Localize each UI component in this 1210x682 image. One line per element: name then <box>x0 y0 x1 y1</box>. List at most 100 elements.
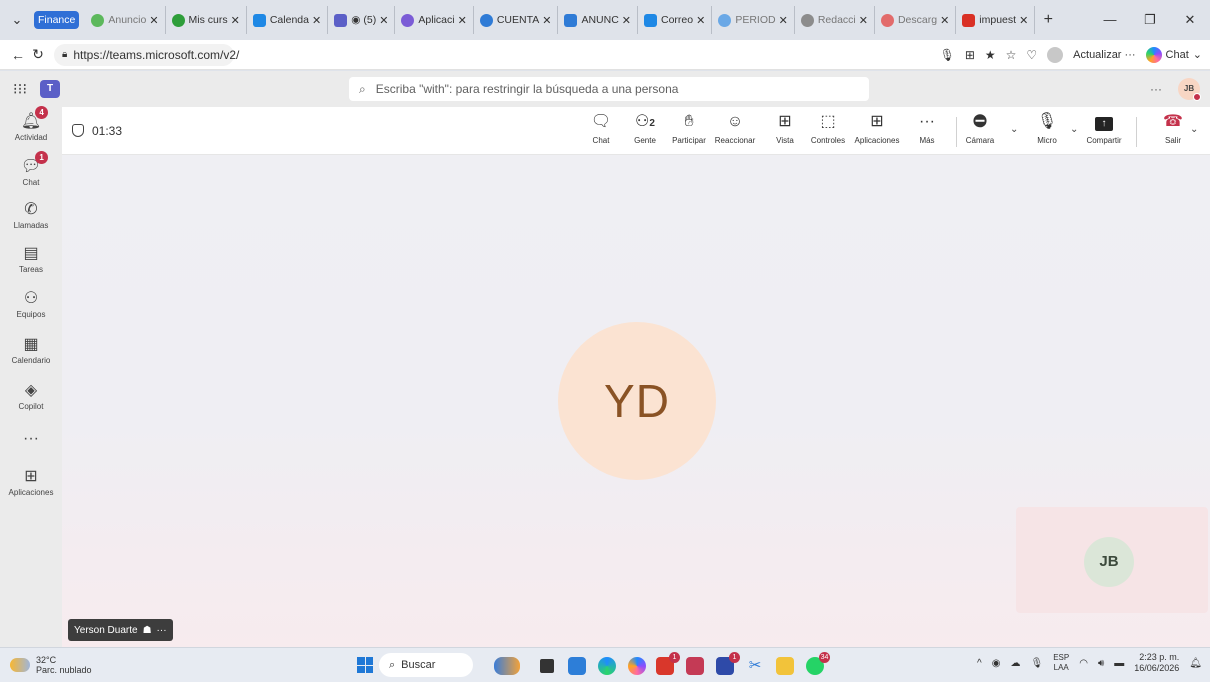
tab-redaccion[interactable]: Redacci ✕ <box>795 6 875 34</box>
people-button[interactable]: ⚇2 Gente <box>630 112 660 145</box>
tab-actions-chevron-icon[interactable]: ⌄ <box>0 12 34 28</box>
controls-button[interactable]: ⬚ Controles <box>807 112 849 145</box>
self-view-tile[interactable]: JB <box>1016 507 1208 613</box>
tab-teams-meeting[interactable]: ◉ (5) ✕ <box>328 6 396 34</box>
rail-item-chat[interactable]: 💬︎ 1 Chat <box>0 151 62 187</box>
url-field[interactable]: 🔒︎ https://teams.microsoft.com/v2/ <box>54 43 239 66</box>
outlook-icon[interactable] <box>568 657 586 675</box>
participant-name-tag[interactable]: Yerson Duarte ☗ ··· <box>68 619 173 641</box>
close-icon[interactable]: ✕ <box>779 14 788 27</box>
language-indicator[interactable]: ESP LAA <box>1053 653 1069 673</box>
leave-options-chevron-icon[interactable]: ⌄ <box>1190 124 1198 135</box>
rail-item-actividad[interactable]: 🔔︎ 4 Actividad <box>0 106 62 142</box>
camera-button[interactable]: ⛔︎ Cámara <box>962 112 998 145</box>
rail-item-llamadas[interactable]: ✆ Llamadas <box>0 200 62 230</box>
app-available-icon[interactable]: ⊞ <box>965 48 975 62</box>
mic-button[interactable]: 🎙︎ Micro <box>1032 112 1062 145</box>
rail-item-equipos[interactable]: ⚇ Equipos <box>0 289 62 319</box>
rail-item-aplicaciones[interactable]: ⊞ Aplicaciones <box>0 467 62 497</box>
rail-item-more[interactable]: ··· <box>0 429 62 449</box>
app-pocket-icon[interactable] <box>686 657 704 675</box>
close-icon[interactable]: ✕ <box>696 14 705 27</box>
store-icon[interactable]: 1 <box>716 652 740 675</box>
favorites-icon[interactable]: ☆ <box>1006 48 1017 62</box>
status-busy-icon <box>1193 93 1201 101</box>
view-button[interactable]: ⊞ Vista <box>770 112 800 145</box>
task-view-icon[interactable] <box>540 659 554 673</box>
restore-icon[interactable]: ❐ <box>1130 12 1170 28</box>
tab-correo[interactable]: Correo ✕ <box>638 6 713 34</box>
close-icon[interactable]: ✕ <box>622 14 631 27</box>
teams-tray-icon[interactable]: ◉ <box>992 658 1001 669</box>
share-button[interactable]: ↑ Compartir <box>1082 112 1126 145</box>
tab-anuncio-2[interactable]: ANUNC ✕ <box>558 6 638 34</box>
battery-icon[interactable]: ▬ <box>1114 658 1124 669</box>
raise-hand-button[interactable]: ✋︎ Participar <box>668 112 710 145</box>
mic-options-chevron-icon[interactable]: ⌄ <box>1070 124 1078 135</box>
rail-item-tareas[interactable]: ▤ Tareas <box>0 244 62 274</box>
weather-widget[interactable]: 32°C Parc. nublado <box>0 655 160 675</box>
apps-button[interactable]: ⊞ Aplicaciones <box>850 112 904 145</box>
whatsapp-icon[interactable]: 34 <box>806 652 830 675</box>
more-button[interactable]: ··· Más <box>914 112 940 145</box>
copilot-icon[interactable] <box>628 657 646 675</box>
onedrive-icon[interactable]: ☁ <box>1010 658 1020 669</box>
tab-calendario[interactable]: Calenda ✕ <box>247 6 329 34</box>
partly-cloudy-icon <box>10 658 30 672</box>
settings-more-icon[interactable]: ··· <box>1150 82 1162 96</box>
more-options-icon[interactable]: ··· <box>157 625 167 636</box>
close-icon[interactable]: ✕ <box>1019 14 1028 27</box>
rail-item-calendario[interactable]: ▦ Calendario <box>0 335 62 365</box>
rail-item-copilot[interactable]: ◈ Copilot <box>0 381 62 411</box>
tab-aplicaciones[interactable]: Aplicaci ✕ <box>395 6 474 34</box>
tab-mis-cursos[interactable]: Mis curs ✕ <box>166 6 247 34</box>
app-rail: 🔔︎ 4 Actividad 💬︎ 1 Chat ✆ Llamadas ▤ Tare… <box>0 106 62 647</box>
close-window-icon[interactable]: ✕ <box>1170 12 1210 28</box>
tab-anuncio[interactable]: Anuncio ✕ <box>85 6 166 34</box>
minimize-icon[interactable]: — <box>1090 12 1130 28</box>
edge-icon[interactable] <box>598 657 616 675</box>
chevron-up-icon[interactable]: ^ <box>977 658 982 669</box>
notifications-bell-icon[interactable]: 🔔︎ <box>1189 658 1202 669</box>
tab-cuenta[interactable]: CUENTA ✕ <box>474 6 559 34</box>
clock[interactable]: 2:23 p. m. 16/06/2026 <box>1134 652 1179 674</box>
tab-group-finance[interactable]: Finance <box>34 11 80 29</box>
close-icon[interactable]: ✕ <box>379 14 388 27</box>
close-icon[interactable]: ✕ <box>458 14 467 27</box>
app-red-icon[interactable]: 1 <box>656 652 680 675</box>
close-icon[interactable]: ✕ <box>231 14 240 27</box>
tab-descargas[interactable]: Descarg ✕ <box>875 6 957 34</box>
favorite-star-icon[interactable]: ★ <box>985 48 996 62</box>
close-icon[interactable]: ✕ <box>312 14 321 27</box>
react-button[interactable]: ☺ Reaccionar <box>710 112 760 145</box>
microphone-icon[interactable]: 🎙︎ <box>1030 658 1043 669</box>
microphone-icon[interactable]: 🎙︎ <box>940 48 955 62</box>
chat-button[interactable]: 🗨︎ Chat <box>588 112 614 145</box>
browser-essentials-icon[interactable]: ♡ <box>1026 48 1037 62</box>
snipping-tool-icon[interactable]: ✂ <box>746 657 764 675</box>
wifi-icon[interactable]: ◠ <box>1079 658 1088 669</box>
close-icon[interactable]: ✕ <box>940 14 949 27</box>
tab-periodo[interactable]: PERIOD ✕ <box>712 6 795 34</box>
refresh-icon[interactable]: ↻ <box>28 46 48 63</box>
close-icon[interactable]: ✕ <box>859 14 868 27</box>
app-launcher-icon[interactable]: ⁝⁝⁝ <box>0 80 40 98</box>
leave-button[interactable]: ☎︎ Salir <box>1160 112 1186 145</box>
new-tab-button[interactable]: + <box>1035 11 1061 29</box>
user-avatar[interactable]: JB <box>1178 78 1201 101</box>
tab-impuestos[interactable]: impuest ✕ <box>956 6 1036 34</box>
volume-icon[interactable]: 🔊︎ <box>1098 658 1104 669</box>
close-icon[interactable]: ✕ <box>149 14 158 27</box>
profile-icon[interactable] <box>1047 46 1064 63</box>
close-icon[interactable]: ✕ <box>542 14 551 27</box>
update-button[interactable]: Actualizar ··· <box>1073 49 1135 61</box>
back-icon[interactable]: ← <box>8 47 28 63</box>
widgets-icon[interactable] <box>494 657 520 675</box>
start-windows-icon[interactable] <box>357 657 373 673</box>
file-explorer-icon[interactable] <box>776 657 794 675</box>
taskbar-search[interactable]: ⌕ Buscar <box>379 653 473 677</box>
copilot-chat-button[interactable]: Chat ⌄ <box>1145 46 1202 63</box>
search-input[interactable]: ⌕ Escriba "with": para restringir la bús… <box>349 77 869 101</box>
camera-options-chevron-icon[interactable]: ⌄ <box>1010 124 1018 135</box>
tab-favicon-icon <box>401 13 415 27</box>
